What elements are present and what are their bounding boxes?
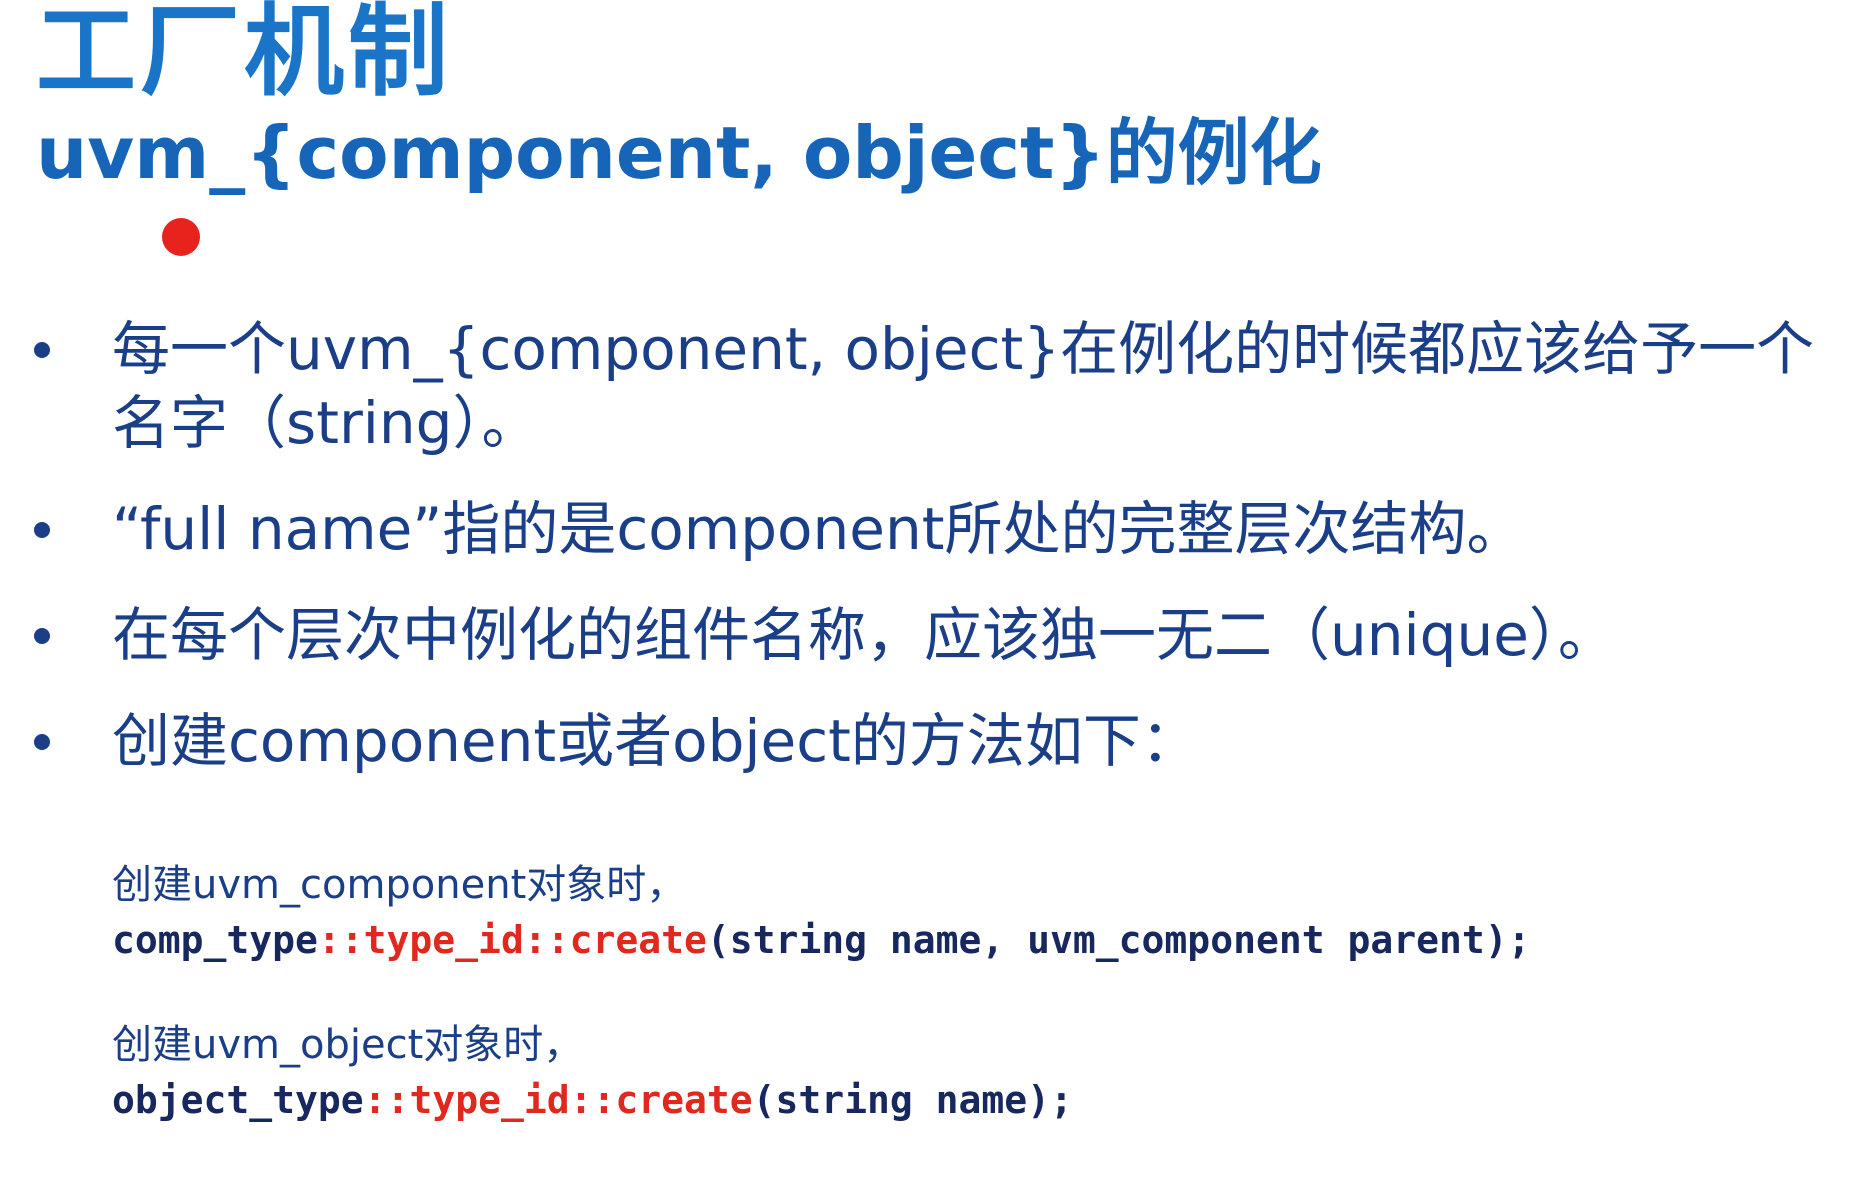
- code-scope-sep: ::: [317, 918, 364, 962]
- bullet-item: “full name”指的是component所处的完整层次结构。: [0, 492, 1876, 566]
- bullet-item: 每一个uvm_{component, object}在例化的时候都应该给予一个名…: [0, 312, 1876, 460]
- bullet-list: 每一个uvm_{component, object}在例化的时候都应该给予一个名…: [0, 312, 1876, 810]
- bullet-dot-icon: [34, 522, 50, 538]
- bullet-item: 在每个层次中例化的组件名称，应该独一无二（unique）。: [0, 598, 1876, 672]
- code-scope-sep: ::: [523, 918, 570, 962]
- code-label: 创建uvm_component对象时，: [112, 862, 687, 908]
- slide: 工厂机制 uvm_{component, object}的例化 每一个uvm_{…: [0, 0, 1876, 1183]
- bullet-dot-icon: [34, 342, 50, 358]
- code-type-id: type_id: [409, 1078, 570, 1122]
- code-type-name: comp_type: [112, 918, 318, 962]
- bullet-item: 创建component或者object的方法如下：: [0, 704, 1876, 778]
- code-type-name: object_type: [112, 1078, 364, 1122]
- code-scope-sep: ::: [363, 1078, 410, 1122]
- bullet-text: 在每个层次中例化的组件名称，应该独一无二（unique）。: [112, 601, 1616, 669]
- code-create: create: [569, 918, 707, 962]
- code-args: (string name);: [752, 1078, 1073, 1122]
- code-scope-sep: ::: [569, 1078, 616, 1122]
- component-create-block: 创建uvm_component对象时， comp_type::type_id::…: [112, 858, 1852, 968]
- bullet-dot-icon: [34, 628, 50, 644]
- slide-title: 工厂机制: [36, 0, 452, 110]
- object-create-block: 创建uvm_object对象时， object_type::type_id::c…: [112, 1018, 1852, 1128]
- bullet-text: “full name”指的是component所处的完整层次结构。: [112, 495, 1525, 563]
- code-create: create: [615, 1078, 753, 1122]
- code-args: (string name, uvm_component parent);: [706, 918, 1531, 962]
- bullet-text: 每一个uvm_{component, object}在例化的时候都应该给予一个名…: [112, 315, 1815, 457]
- slide-subtitle: uvm_{component, object}的例化: [36, 111, 1322, 195]
- red-dot-marker: [162, 218, 200, 256]
- code-label: 创建uvm_object对象时，: [112, 1022, 584, 1068]
- bullet-dot-icon: [34, 734, 50, 750]
- code-type-id: type_id: [363, 918, 524, 962]
- code-line: object_type::type_id::create(string name…: [112, 1072, 1852, 1128]
- code-line: comp_type::type_id::create(string name, …: [112, 912, 1852, 968]
- bullet-text: 创建component或者object的方法如下：: [112, 707, 1199, 775]
